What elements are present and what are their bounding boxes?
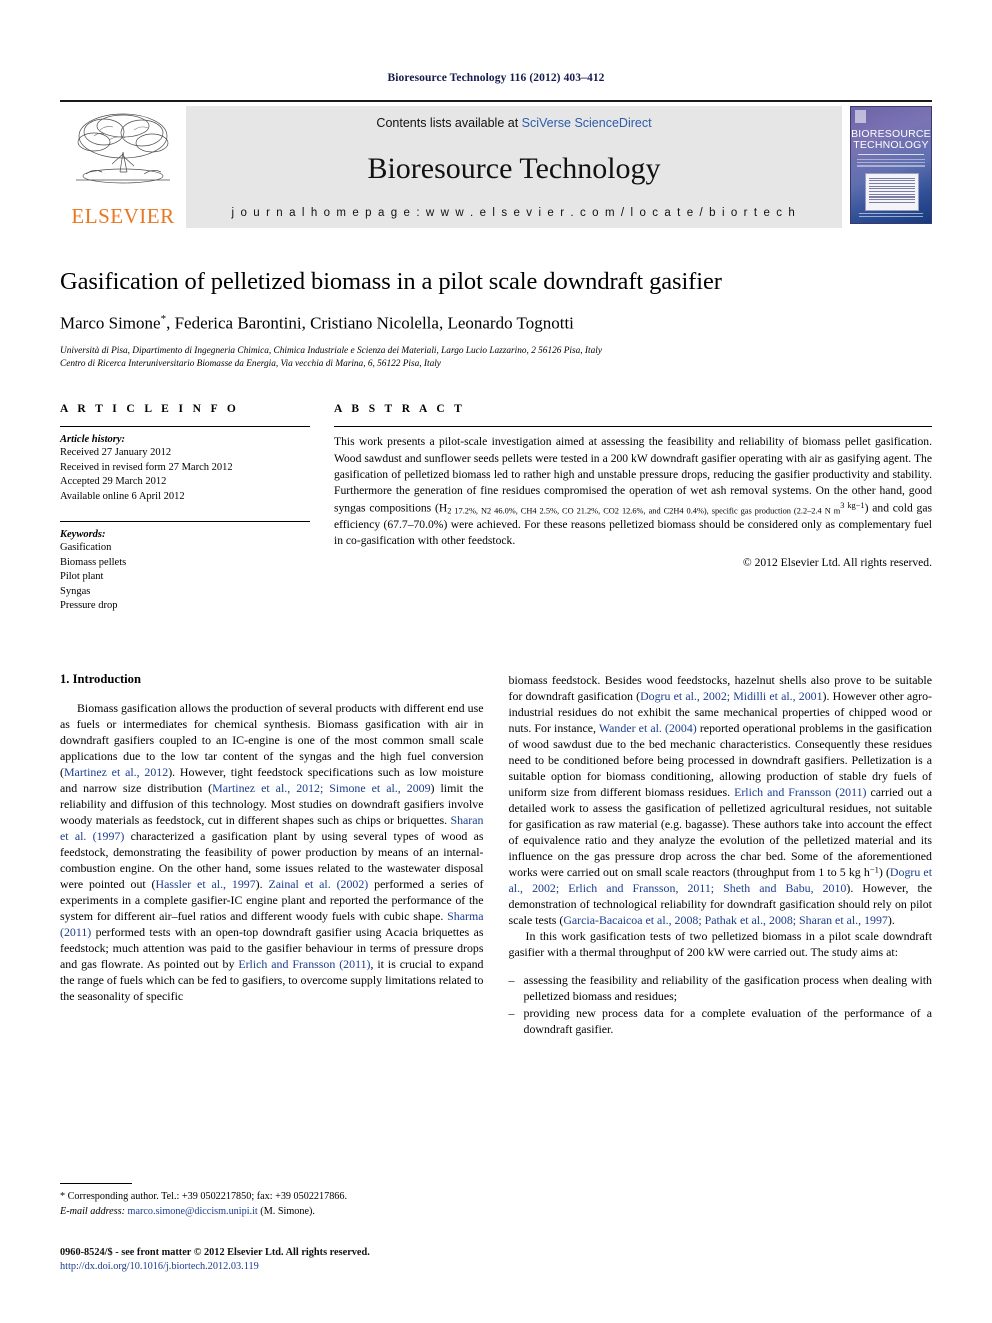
email-label: E-mail address: bbox=[60, 1205, 125, 1217]
affiliation-2: Centro di Ricerca Interuniversitario Bio… bbox=[60, 359, 441, 370]
article-info-column: A R T I C L E I N F O Article history: R… bbox=[60, 403, 310, 613]
doi-link[interactable]: http://dx.doi.org/10.1016/j.biortech.201… bbox=[60, 1261, 259, 1272]
intro-paragraph-right: biomass feedstock. Besides wood feedstoc… bbox=[509, 672, 933, 928]
article-info-rule bbox=[60, 426, 310, 428]
keyword-item: Syngas bbox=[60, 585, 91, 597]
elsevier-logo: ELSEVIER bbox=[60, 106, 186, 228]
cover-artwork: BIORESOURCE TECHNOLOGY bbox=[850, 106, 932, 224]
abstract-kg-exponent: −1 bbox=[855, 500, 865, 510]
running-head: Bioresource Technology 116 (2012) 403–41… bbox=[387, 72, 605, 84]
cover-figure-inset bbox=[865, 173, 919, 211]
doi-line: http://dx.doi.org/10.1016/j.biortech.201… bbox=[60, 1260, 660, 1275]
abstract-column: A B S T R A C T This work presents a pil… bbox=[334, 403, 932, 613]
intro-right-e: ) ( bbox=[878, 864, 890, 879]
contents-list-line: Contents lists available at SciVerse Sci… bbox=[376, 116, 651, 130]
citation-hassler-1997[interactable]: Hassler et al., 1997 bbox=[156, 877, 256, 891]
footnote-marker: * bbox=[60, 1191, 66, 1203]
cover-divider bbox=[858, 154, 924, 155]
intro-text-e: ). bbox=[255, 876, 269, 891]
cover-title-line-2: TECHNOLOGY bbox=[853, 139, 929, 151]
citation-garcia-pathak-sharan[interactable]: Garcia-Bacaicoa et al., 2008; Pathak et … bbox=[563, 913, 888, 927]
abstract-h4: 4 0.4%), specific gas production (2.2–2.… bbox=[679, 506, 841, 516]
issn-copyright-line: 0960-8524/$ - see front matter © 2012 El… bbox=[60, 1246, 370, 1258]
journal-banner: Contents lists available at SciVerse Sci… bbox=[186, 106, 842, 228]
keywords-rule bbox=[60, 521, 310, 523]
intro-kgh-exponent: −1 bbox=[869, 864, 879, 875]
citation-erlich-fransson-2011-b[interactable]: Erlich and Fransson (2011) bbox=[734, 785, 866, 799]
body-columns: 1. Introduction Biomass gasification all… bbox=[60, 672, 932, 1038]
history-online: Available online 6 April 2012 bbox=[60, 490, 185, 502]
title-block: Gasification of pelletized biomass in a … bbox=[60, 268, 932, 371]
journal-masthead: ELSEVIER Contents lists available at Sci… bbox=[60, 100, 932, 228]
intro-right-g: ). bbox=[887, 912, 895, 927]
cover-title: BIORESOURCE TECHNOLOGY bbox=[851, 129, 931, 151]
journal-cover-thumbnail: BIORESOURCE TECHNOLOGY bbox=[850, 106, 932, 228]
abstract-ch4: 4 2.5%, CO 21.2%, CO bbox=[532, 506, 615, 516]
citation-erlich-fransson-2011[interactable]: Erlich and Fransson (2011) bbox=[238, 957, 370, 971]
email-suffix: (M. Simone). bbox=[257, 1205, 315, 1217]
abstract-copyright: © 2012 Elsevier Ltd. All rights reserved… bbox=[742, 555, 932, 569]
body-column-left: 1. Introduction Biomass gasification all… bbox=[60, 672, 484, 1038]
abstract-h2: 2 17.2%, N bbox=[447, 506, 488, 516]
body-column-right: biomass feedstock. Besides wood feedstoc… bbox=[509, 672, 933, 1038]
article-history-label: Article history: bbox=[60, 434, 126, 446]
citation-zainal-2002[interactable]: Zainal et al. (2002) bbox=[268, 877, 368, 891]
list-item: assessing the feasibility and reliabilit… bbox=[509, 972, 933, 1004]
keywords-label: Keywords: bbox=[60, 529, 106, 541]
article-info-heading: A R T I C L E I N F O bbox=[60, 403, 240, 416]
intro-paragraph-aims-lead: In this work gasification tests of two p… bbox=[508, 928, 933, 959]
corresponding-author-footnote: * Corresponding author. Tel.: +39 050221… bbox=[60, 1183, 490, 1219]
intro-paragraph-left: Biomass gasification allows the producti… bbox=[60, 700, 484, 1004]
section-heading-introduction: 1. Introduction bbox=[60, 671, 141, 686]
citation-martinez-2012[interactable]: Martinez et al., 2012 bbox=[64, 765, 168, 779]
journal-homepage: j o u r n a l h o m e p a g e : w w w . … bbox=[231, 207, 797, 219]
citation-dogru-midilli[interactable]: Dogru et al., 2002; Midilli et al., 2001 bbox=[640, 689, 822, 703]
list-item: providing new process data for a complet… bbox=[509, 1005, 933, 1037]
abstract-rule bbox=[334, 426, 932, 428]
author-first: Marco Simone bbox=[60, 313, 161, 333]
cover-subtext-lines bbox=[857, 157, 925, 171]
footnote-divider bbox=[60, 1183, 132, 1185]
keyword-item: Pilot plant bbox=[60, 571, 104, 583]
history-revised: Received in revised form 27 March 2012 bbox=[60, 461, 233, 473]
author-list: Marco Simone*, Federica Barontini, Crist… bbox=[60, 313, 932, 334]
keyword-item: Pressure drop bbox=[60, 600, 118, 612]
email-link[interactable]: marco.simone@diccism.unipi.it bbox=[128, 1206, 258, 1217]
abstract-m3: 3 kg bbox=[840, 500, 856, 510]
page-footer: 0960-8524/$ - see front matter © 2012 El… bbox=[60, 1246, 660, 1275]
page-title: Gasification of pelletized biomass in a … bbox=[60, 268, 722, 295]
authors-remaining: , Federica Barontini, Cristiano Nicolell… bbox=[166, 313, 574, 333]
cover-footer-lines bbox=[859, 211, 923, 219]
footnote-email-line: E-mail address: marco.simone@diccism.uni… bbox=[60, 1205, 490, 1219]
abstract-text: This work presents a pilot-scale investi… bbox=[334, 434, 932, 549]
history-accepted: Accepted 29 March 2012 bbox=[60, 476, 167, 488]
footnote-corresponding-line: * Corresponding author. Tel.: +39 050221… bbox=[60, 1190, 490, 1204]
paper-page: Bioresource Technology 116 (2012) 403–41… bbox=[0, 0, 992, 1323]
keywords-list: Gasification Biomass pellets Pilot plant… bbox=[60, 541, 310, 613]
cover-elsevier-mark-icon bbox=[855, 110, 866, 123]
abstract-n2: 2 46.0%, CH bbox=[487, 506, 533, 516]
history-received: Received 27 January 2012 bbox=[60, 447, 172, 459]
contents-prefix: Contents lists available at bbox=[376, 116, 522, 130]
affiliation-1: Università di Pisa, Dipartimento di Inge… bbox=[60, 345, 602, 356]
abstract-c2: 2H bbox=[669, 506, 680, 516]
journal-title: Bioresource Technology bbox=[367, 151, 661, 185]
abstract-co2: 2 12.6%, and C bbox=[614, 506, 670, 516]
keyword-item: Biomass pellets bbox=[60, 556, 127, 568]
elsevier-tree-icon bbox=[76, 113, 170, 184]
sciencedirect-link[interactable]: SciVerse ScienceDirect bbox=[522, 116, 652, 130]
keyword-item: Gasification bbox=[60, 542, 112, 554]
elsevier-wordmark: ELSEVIER bbox=[71, 204, 175, 228]
footnote-corresponding-text: Corresponding author. Tel.: +39 05022178… bbox=[67, 1191, 348, 1203]
info-abstract-row: A R T I C L E I N F O Article history: R… bbox=[60, 403, 932, 613]
abstract-heading: A B S T R A C T bbox=[334, 403, 466, 416]
citation-martinez-simone[interactable]: Martinez et al., 2012; Simone et al., 20… bbox=[212, 781, 430, 795]
citation-wander-2004[interactable]: Wander et al. (2004) bbox=[599, 721, 697, 735]
study-aims-list: assessing the feasibility and reliabilit… bbox=[509, 972, 933, 1037]
